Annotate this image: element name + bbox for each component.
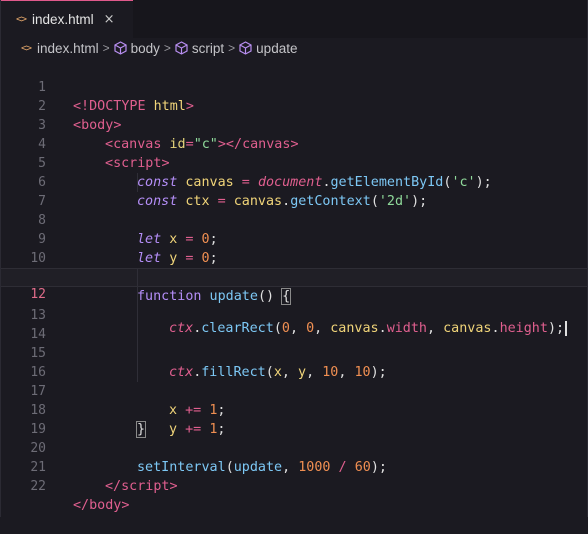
tab-bar: <> index.html × (1, 0, 587, 38)
token: > (169, 479, 178, 494)
code-area[interactable]: 1 <!DOCTYPE html> 2 <body> 3 <canvas id=… (1, 59, 587, 513)
chevron-right-icon: > (102, 41, 110, 55)
code-line: 1 <!DOCTYPE html> (1, 59, 587, 114)
code-editor: <> index.html × <> index.html > body > s… (0, 0, 588, 517)
code-line: 9 let y = 0; (1, 211, 587, 266)
breadcrumb: <> index.html > body > script > update (1, 38, 587, 58)
close-icon[interactable]: × (104, 12, 115, 27)
indent-guide (137, 269, 138, 286)
code-line: 6 const ctx = canvas.getContext('2d'); (1, 154, 587, 209)
token: body (89, 498, 122, 513)
tab-label: index.html (32, 12, 94, 27)
code-line: 10 (1, 230, 587, 266)
chevron-right-icon: > (228, 41, 236, 55)
code-line: 19 (1, 401, 587, 437)
code-line: 21 </script> (1, 439, 587, 494)
breadcrumb-script[interactable]: script (175, 41, 224, 56)
code-line-active: 12 ctx.clearRect(0, 0, canvas.width, can… (1, 268, 587, 336)
breadcrumb-body[interactable]: body (113, 40, 160, 56)
code-line: 15 (1, 325, 587, 361)
indent-guide (137, 287, 138, 306)
html-file-icon: <> (16, 14, 27, 25)
code-line: 8 let x = 0; (1, 192, 587, 247)
code-line: 11 function update() { (1, 249, 587, 305)
token: script (121, 479, 170, 494)
indent-guide (137, 344, 138, 363)
code-line: 17 y += 1; (1, 363, 587, 437)
cube-icon (239, 41, 252, 55)
indent-guide (137, 306, 138, 325)
indent-guide (137, 363, 138, 382)
indent-guide (137, 325, 138, 344)
token: </ (105, 479, 122, 494)
cube-icon (175, 41, 188, 55)
chevron-right-icon: > (163, 41, 171, 55)
code-line: 7 (1, 173, 587, 209)
code-line: 16 x += 1; (1, 344, 587, 418)
line-text: </body> (73, 496, 129, 515)
breadcrumb-file-label: index.html (37, 40, 99, 56)
code-line: 18 } (1, 382, 587, 438)
breadcrumb-update[interactable]: update (239, 41, 297, 56)
breadcrumb-body-label: body (130, 40, 160, 56)
breadcrumb-file[interactable]: <> index.html (21, 41, 99, 56)
code-line: 14 ctx.fillRect(x, y, 10, 10); (1, 306, 587, 380)
code-line: 13 (1, 287, 587, 323)
breadcrumb-script-label: script (191, 40, 225, 56)
breadcrumb-update-label: update (256, 40, 298, 56)
html-file-icon: <> (21, 42, 32, 54)
token: </ (73, 498, 90, 513)
code-line: 5 const canvas = document.getElementById… (1, 135, 587, 190)
token: > (121, 498, 130, 513)
code-line: 22 </body> (1, 458, 587, 513)
line-text: </script> (105, 477, 178, 496)
code-line: 20 setInterval(update, 1000 / 60); (1, 420, 587, 475)
cube-icon (113, 41, 127, 55)
indent-guide (137, 173, 138, 192)
code-line: 4 <script> (1, 116, 587, 171)
tab-index-html[interactable]: <> index.html × (1, 0, 133, 38)
code-line: 3 <canvas id="c"></canvas> (1, 97, 587, 152)
line-number: 22 (30, 479, 46, 494)
code-line: 2 <body> (1, 78, 587, 133)
